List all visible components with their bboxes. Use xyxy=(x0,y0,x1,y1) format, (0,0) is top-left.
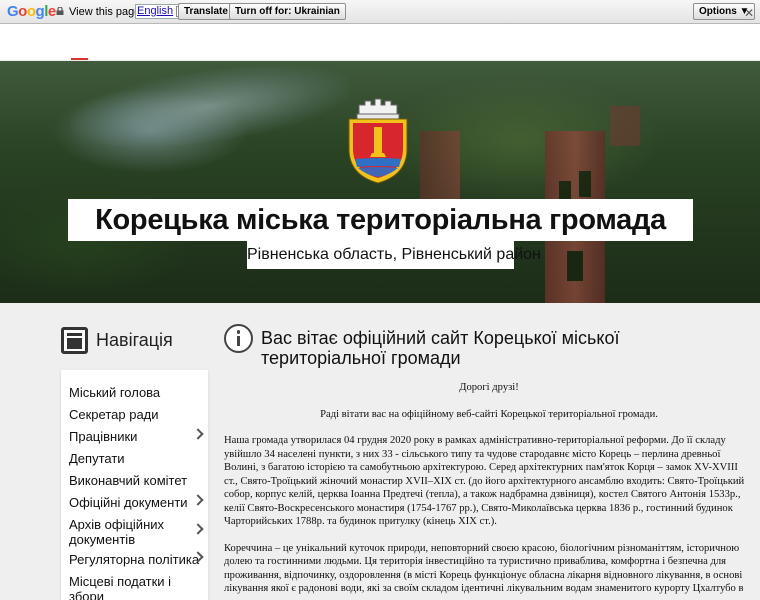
info-icon xyxy=(224,324,253,353)
page-subtitle: Рівненська область, Рівненський район xyxy=(247,241,541,269)
chevron-right-icon xyxy=(192,494,204,506)
logo-letter: e xyxy=(47,3,56,20)
translate-button[interactable]: Translate xyxy=(178,3,234,20)
chevron-right-icon xyxy=(192,428,204,440)
logo-letter: G xyxy=(7,3,19,20)
nav-item-label: Депутати xyxy=(69,451,125,466)
nav-item-label: Архів офіційних документів xyxy=(69,517,165,547)
turn-off-button[interactable]: Turn off for: Ukrainian xyxy=(229,3,346,20)
hero-ruin-decoration xyxy=(610,106,640,146)
hero-window-decoration xyxy=(579,171,591,197)
nav-item-label: Секретар ради xyxy=(69,407,159,422)
hero-window-decoration xyxy=(567,251,583,281)
history-paragraph: Наша громада утворилася 04 грудня 2020 р… xyxy=(224,435,745,527)
nav-item-secretary[interactable]: Секретар ради xyxy=(69,407,204,422)
navigation-icon xyxy=(61,327,88,354)
page-title: Корецька міська територіальна громада xyxy=(68,199,693,241)
nav-item-staff[interactable]: Працівники xyxy=(69,428,204,444)
nature-paragraph: Кореччина – це унікальний куточок природ… xyxy=(224,542,744,595)
welcome-title: Вас вітає офіційний сайт Корецької міськ… xyxy=(261,328,620,368)
logo-letter: o xyxy=(18,3,27,20)
nav-item-official-documents[interactable]: Офіційні документи xyxy=(69,494,204,510)
chevron-right-icon xyxy=(192,523,204,535)
greeting-text: Дорогі друзі! xyxy=(459,382,519,393)
logo-letter: o xyxy=(26,3,36,20)
logo-letter: g xyxy=(35,3,45,20)
translate-bar: Google View this page in: English▼ Trans… xyxy=(0,0,760,24)
coat-of-arms-icon xyxy=(348,98,408,184)
main-area: Навігація Міський голова Секретар ради П… xyxy=(0,303,760,600)
hero-banner: Корецька міська територіальна громада Рі… xyxy=(0,61,760,303)
close-icon[interactable]: ✕ xyxy=(744,6,754,20)
nav-item-deputies[interactable]: Депутати xyxy=(69,451,204,466)
google-logo[interactable]: Google xyxy=(7,3,56,20)
nav-item-local-taxes[interactable]: Місцеві податки і збори xyxy=(69,574,181,600)
language-value: English xyxy=(137,5,174,17)
hero-river-decoration xyxy=(66,61,354,161)
nav-item-label: Міський голова xyxy=(69,385,161,400)
nav-item-label: Регуляторна політика xyxy=(69,552,200,567)
nav-item-regulatory-policy[interactable]: Регуляторна політика xyxy=(69,551,204,567)
nav-item-documents-archive[interactable]: Архів офіційних документів xyxy=(69,517,204,547)
navigation-menu: Міський голова Секретар ради Працівники … xyxy=(61,370,208,600)
welcome-text: Раді вітати вас на офіційному веб-сайті … xyxy=(320,408,658,420)
top-navigation xyxy=(0,24,760,61)
navigation-heading: Навігація xyxy=(96,330,173,350)
nav-item-mayor[interactable]: Міський голова xyxy=(69,385,204,400)
nav-item-label: Офіційні документи xyxy=(69,495,188,510)
welcome-article: Дорогі друзі! Раді вітати вас на офіційн… xyxy=(224,381,754,596)
lock-icon xyxy=(56,7,64,15)
nav-item-label: Місцеві податки і збори xyxy=(69,574,172,600)
nav-item-executive-committee[interactable]: Виконавчий комітет xyxy=(69,473,204,488)
active-indicator xyxy=(71,58,88,60)
nav-item-label: Виконавчий комітет xyxy=(69,473,188,488)
nav-item-label: Працівники xyxy=(69,429,138,444)
